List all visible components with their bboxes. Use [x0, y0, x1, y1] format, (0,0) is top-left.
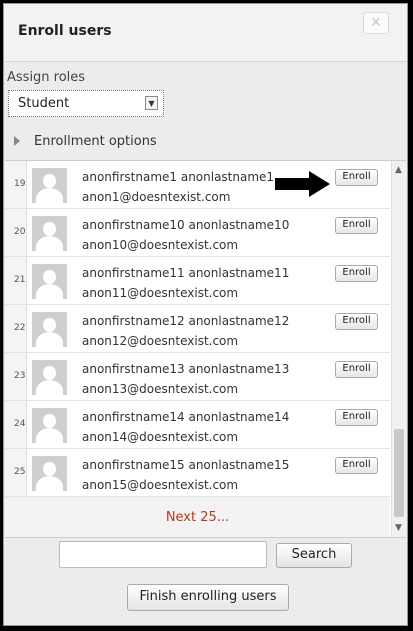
annotation-arrow-icon [275, 171, 330, 197]
avatar [32, 168, 67, 203]
row-number: 19 [14, 179, 26, 189]
row-number: 25 [14, 467, 26, 477]
finish-enrolling-button[interactable]: Finish enrolling users [127, 584, 289, 611]
enroll-button[interactable]: Enroll [335, 265, 378, 282]
enroll-button[interactable]: Enroll [335, 217, 378, 234]
user-row: 24 anonfirstname14 anonlastname14 anon14@d… [5, 401, 390, 449]
search-input[interactable] [59, 541, 267, 568]
enroll-button[interactable]: Enroll [335, 169, 378, 186]
avatar [32, 408, 67, 443]
chevron-down-icon[interactable]: ▼ [145, 96, 158, 110]
row-number-cell: 23 [5, 353, 27, 400]
dialog-header: Enroll users × [4, 4, 407, 62]
user-name: anonfirstname15 anonlastname15 [82, 458, 290, 472]
row-number: 21 [14, 275, 26, 285]
row-number-cell: 22 [5, 305, 27, 352]
user-row: 25 anonfirstname15 anonlastname15 anon15@d… [5, 449, 390, 497]
enrollment-options-label: Enrollment options [34, 134, 157, 149]
avatar [32, 264, 67, 299]
enroll-button[interactable]: Enroll [335, 457, 378, 474]
assign-roles-label: Assign roles [7, 70, 86, 85]
avatar [32, 312, 67, 347]
close-button[interactable]: × [363, 12, 389, 34]
user-email: anon1@doesntexist.com [82, 190, 231, 204]
enrollment-options-toggle[interactable]: Enrollment options [4, 129, 407, 153]
avatar [32, 360, 67, 395]
row-number: 20 [14, 227, 26, 237]
triangle-right-icon [14, 136, 20, 146]
user-email: anon12@doesntexist.com [82, 334, 239, 348]
row-number-cell: 21 [5, 257, 27, 304]
user-rows: 19 anonfirstname1 anonlastname1 anon1@does… [5, 161, 390, 497]
next-page-link[interactable]: Next 25... [5, 510, 390, 525]
user-name: anonfirstname12 anonlastname12 [82, 314, 290, 328]
row-number-cell: 24 [5, 401, 27, 448]
scrollbar-thumb[interactable] [394, 429, 404, 517]
scroll-down-icon[interactable]: ▼ [395, 523, 402, 533]
assign-roles-section: Assign roles Student ▼ [4, 62, 407, 122]
user-name: anonfirstname11 anonlastname11 [82, 266, 290, 280]
avatar [32, 216, 67, 251]
row-number-cell: 20 [5, 209, 27, 256]
scroll-up-icon[interactable]: ▲ [395, 165, 402, 175]
user-email: anon11@doesntexist.com [82, 286, 239, 300]
user-name: anonfirstname1 anonlastname1 [82, 170, 275, 184]
row-number: 22 [14, 323, 26, 333]
dialog-title: Enroll users [18, 23, 112, 39]
user-email: anon13@doesntexist.com [82, 382, 239, 396]
row-number-cell: 25 [5, 449, 27, 496]
enroll-button[interactable]: Enroll [335, 409, 378, 426]
avatar [32, 456, 67, 491]
user-row: 19 anonfirstname1 anonlastname1 anon1@does… [5, 161, 390, 209]
user-name: anonfirstname13 anonlastname13 [82, 362, 290, 376]
enroll-button[interactable]: Enroll [335, 361, 378, 378]
search-button[interactable]: Search [276, 543, 352, 568]
user-email: anon15@doesntexist.com [82, 478, 239, 492]
pagination-row: Next 25... [5, 497, 390, 537]
role-select-value: Student [18, 96, 70, 111]
scrollbar[interactable]: ▲ ▼ [391, 161, 406, 537]
row-number: 24 [14, 419, 26, 429]
role-select[interactable]: Student ▼ [8, 90, 164, 117]
enroll-users-dialog: Enroll users × Assign roles Student ▼ En… [3, 3, 408, 626]
user-name: anonfirstname14 anonlastname14 [82, 410, 290, 424]
enroll-button[interactable]: Enroll [335, 313, 378, 330]
user-list: 19 anonfirstname1 anonlastname1 anon1@does… [5, 160, 406, 538]
row-number: 23 [14, 371, 26, 381]
user-email: anon14@doesntexist.com [82, 430, 239, 444]
user-row: 23 anonfirstname13 anonlastname13 anon13@d… [5, 353, 390, 401]
row-number-cell: 19 [5, 161, 27, 208]
user-name: anonfirstname10 anonlastname10 [82, 218, 290, 232]
user-email: anon10@doesntexist.com [82, 238, 239, 252]
user-row: 21 anonfirstname11 anonlastname11 anon11@d… [5, 257, 390, 305]
user-row: 22 anonfirstname12 anonlastname12 anon12@d… [5, 305, 390, 353]
user-row: 20 anonfirstname10 anonlastname10 anon10@d… [5, 209, 390, 257]
